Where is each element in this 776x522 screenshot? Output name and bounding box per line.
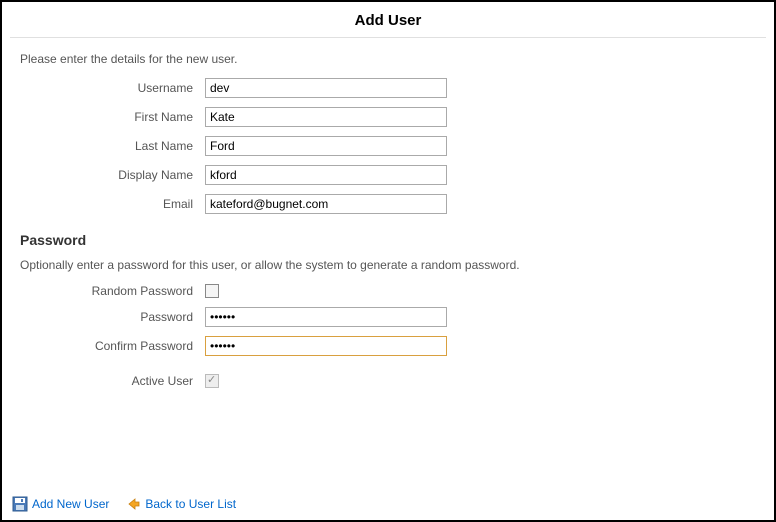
add-new-user-button[interactable]: Add New User: [12, 496, 109, 512]
back-to-user-list-label: Back to User List: [145, 497, 236, 511]
password-label: Password: [20, 310, 205, 324]
add-new-user-label: Add New User: [32, 497, 109, 511]
password-instruction: Optionally enter a password for this use…: [20, 258, 756, 272]
confirmpassword-label: Confirm Password: [20, 339, 205, 353]
firstname-input[interactable]: [205, 107, 447, 127]
back-to-user-list-button[interactable]: Back to User List: [125, 496, 236, 512]
page-title: Add User: [10, 12, 766, 29]
save-icon: [12, 496, 28, 512]
footer-actions: Add New User Back to User List: [12, 496, 236, 512]
randompassword-checkbox[interactable]: [205, 284, 219, 298]
password-row: Password: [20, 307, 756, 327]
displayname-row: Display Name: [20, 165, 756, 185]
email-input[interactable]: [205, 194, 447, 214]
lastname-row: Last Name: [20, 136, 756, 156]
username-input[interactable]: [205, 78, 447, 98]
confirmpassword-row: Confirm Password: [20, 336, 756, 356]
firstname-row: First Name: [20, 107, 756, 127]
lastname-label: Last Name: [20, 139, 205, 153]
password-section-title: Password: [20, 232, 756, 248]
email-row: Email: [20, 194, 756, 214]
activeuser-checkbox: [205, 374, 219, 388]
activeuser-label: Active User: [20, 374, 205, 388]
randompassword-row: Random Password: [20, 284, 756, 298]
displayname-label: Display Name: [20, 168, 205, 182]
page-header: Add User: [10, 2, 766, 38]
email-label: Email: [20, 197, 205, 211]
password-input[interactable]: [205, 307, 447, 327]
activeuser-row: Active User: [20, 374, 756, 388]
content-area: Please enter the details for the new use…: [2, 38, 774, 388]
username-row: Username: [20, 78, 756, 98]
arrow-left-icon: [125, 496, 141, 512]
confirmpassword-input[interactable]: [205, 336, 447, 356]
displayname-input[interactable]: [205, 165, 447, 185]
form-instruction: Please enter the details for the new use…: [20, 52, 756, 66]
lastname-input[interactable]: [205, 136, 447, 156]
randompassword-label: Random Password: [20, 284, 205, 298]
username-label: Username: [20, 81, 205, 95]
firstname-label: First Name: [20, 110, 205, 124]
